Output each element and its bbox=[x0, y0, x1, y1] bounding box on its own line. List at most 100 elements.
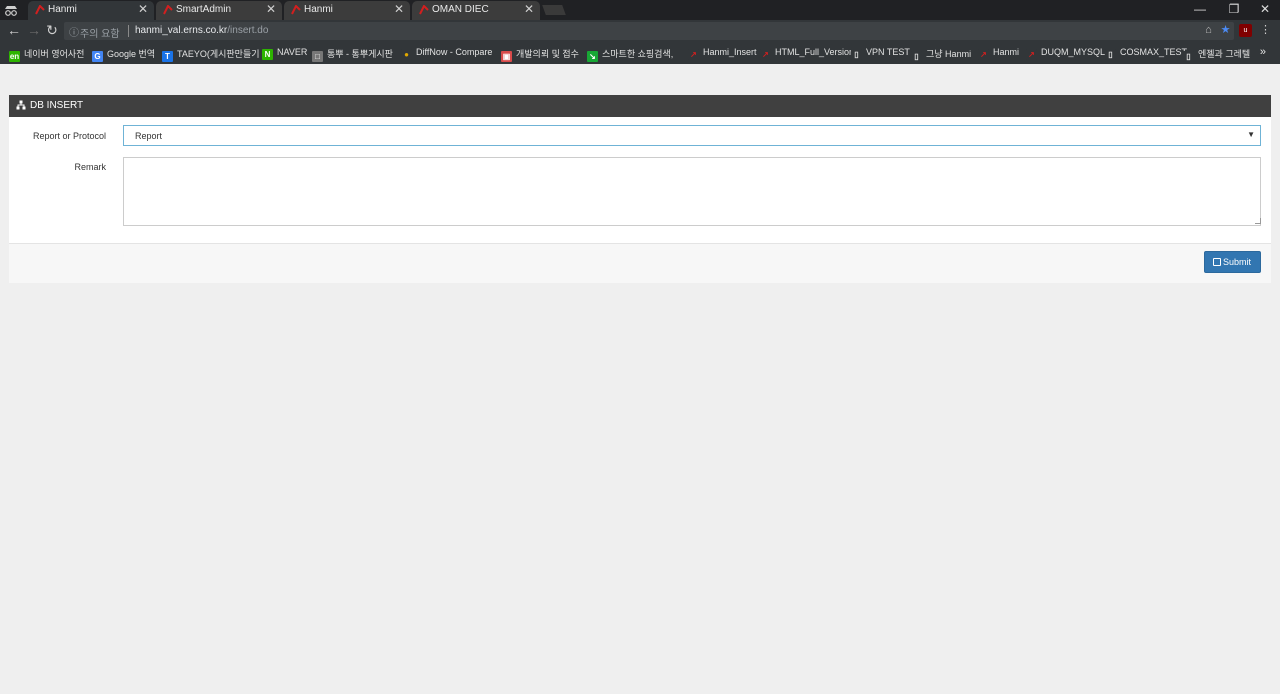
bookmark-label: 스마트한 쇼핑검색, bbox=[602, 49, 674, 59]
bookmark-label: Hanmi_Insert bbox=[703, 47, 757, 57]
bookmark-item[interactable]: ▯ COSMAX_TEST bbox=[1105, 47, 1187, 61]
page-icon: ▯ bbox=[1105, 49, 1116, 60]
info-icon[interactable]: ⓘ bbox=[69, 24, 79, 39]
remark-label: Remark bbox=[74, 162, 106, 172]
report-protocol-label: Report or Protocol bbox=[32, 131, 106, 141]
tab-close-icon[interactable]: ✕ bbox=[524, 2, 534, 16]
tab-title: OMAN DIEC bbox=[432, 4, 489, 15]
widget-header: DB INSERT bbox=[9, 95, 1271, 117]
tab-title: SmartAdmin bbox=[176, 4, 232, 15]
bookmark-item[interactable]: ● DiffNow - Compare bbox=[401, 47, 492, 61]
tab-hanmi-1[interactable]: Hanmi ✕ bbox=[28, 1, 154, 20]
resize-grip-icon[interactable] bbox=[1255, 218, 1261, 224]
naver-dict-icon: en bbox=[9, 51, 20, 62]
hanmi-icon: ↗ bbox=[688, 49, 699, 60]
bookmarks-bar: en 네이버 영어사전 G Google 번역 T TAEYO(게시판만들기 N NAV… bbox=[0, 42, 1280, 64]
hanmi-favicon-icon bbox=[163, 5, 173, 15]
tab-title: Hanmi bbox=[48, 4, 77, 15]
url-host: hanmi_val.erns.co.kr bbox=[135, 25, 228, 36]
naver-icon: N bbox=[262, 49, 273, 60]
bookmark-label: 통뿌 - 통뿌게시판 bbox=[327, 49, 393, 59]
tab-smartadmin[interactable]: SmartAdmin ✕ bbox=[156, 1, 282, 20]
bookmark-item[interactable]: T TAEYO(게시판만들기 bbox=[162, 47, 260, 62]
hanmi-icon: ↗ bbox=[1026, 49, 1037, 60]
bookmark-item[interactable]: ↗ Hanmi bbox=[978, 47, 1019, 61]
submit-label: Submit bbox=[1223, 257, 1252, 267]
dropdown-arrow-icon: ▼ bbox=[1247, 130, 1255, 139]
bookmarks-more-button[interactable]: » bbox=[1260, 46, 1266, 58]
incognito-icon bbox=[5, 6, 17, 16]
hanmi-icon: ↗ bbox=[978, 49, 989, 60]
taeyo-icon: T bbox=[162, 51, 173, 62]
tab-close-icon[interactable]: ✕ bbox=[394, 2, 404, 16]
request-icon: ▣ bbox=[501, 51, 512, 62]
bookmark-item[interactable]: □ 통뿌 - 통뿌게시판 bbox=[312, 47, 393, 62]
translate-icon[interactable]: ⌂ bbox=[1202, 24, 1215, 37]
bookmark-label: 네이버 영어사전 bbox=[24, 49, 85, 59]
tab-close-icon[interactable]: ✕ bbox=[138, 2, 148, 16]
forward-icon[interactable]: → bbox=[26, 22, 42, 38]
hanmi-icon: ↗ bbox=[760, 49, 771, 60]
form-footer bbox=[9, 243, 1271, 283]
security-label: 주의 요함 bbox=[80, 29, 120, 40]
bookmark-label: 엔젤과 그레텔 bbox=[1198, 49, 1251, 59]
reload-icon[interactable]: ↻ bbox=[44, 22, 60, 39]
bookmark-label: HTML_Full_Version bbox=[775, 47, 855, 57]
address-bar[interactable]: ⓘ 주의 요함 hanmi_val.erns.co.kr/insert.do bbox=[64, 22, 1234, 40]
page-top-band bbox=[0, 64, 1280, 74]
bookmark-label: Google 번역 bbox=[107, 49, 156, 59]
save-icon bbox=[1213, 258, 1221, 266]
page-icon: ▯ bbox=[1183, 51, 1194, 62]
tab-close-icon[interactable]: ✕ bbox=[266, 2, 276, 16]
hanmi-favicon-icon bbox=[291, 5, 301, 15]
bookmark-label: Hanmi bbox=[993, 47, 1020, 57]
bookmark-item[interactable]: G Google 번역 bbox=[92, 47, 156, 62]
board-icon: □ bbox=[312, 51, 323, 62]
bookmark-label: DUQM_MYSQL bbox=[1041, 47, 1106, 57]
menu-icon[interactable]: ⋮ bbox=[1259, 24, 1272, 37]
tab-title: Hanmi bbox=[304, 4, 333, 15]
diffnow-icon: ● bbox=[401, 49, 412, 60]
close-window-icon[interactable]: ✕ bbox=[1257, 2, 1273, 16]
submit-button[interactable]: Submit bbox=[1204, 251, 1261, 273]
widget-title: DB INSERT bbox=[30, 100, 84, 111]
tab-oman-diec[interactable]: OMAN DIEC ✕ bbox=[412, 1, 540, 20]
ublock-icon[interactable]: u bbox=[1239, 24, 1252, 37]
bookmark-star-icon[interactable]: ★ bbox=[1219, 24, 1232, 37]
shopping-icon: ↘ bbox=[587, 51, 598, 62]
bookmark-label: TAEYO(게시판만들기 bbox=[177, 49, 260, 59]
report-protocol-select[interactable]: Report ▼ bbox=[123, 125, 1261, 146]
bookmark-item[interactable]: en 네이버 영어사전 bbox=[9, 47, 85, 62]
remark-textarea[interactable] bbox=[123, 157, 1261, 226]
bookmark-label: 그냥 Hanmi bbox=[926, 49, 972, 59]
back-icon[interactable]: ← bbox=[6, 22, 22, 38]
bookmark-label: VPN TEST bbox=[866, 47, 910, 57]
restore-icon[interactable]: ❐ bbox=[1226, 2, 1242, 16]
select-value: Report bbox=[135, 131, 163, 141]
bookmark-item[interactable]: ▯ VPN TEST bbox=[851, 47, 910, 61]
page-icon: ▯ bbox=[851, 49, 862, 60]
tab-hanmi-2[interactable]: Hanmi ✕ bbox=[284, 1, 410, 20]
sitemap-icon bbox=[16, 100, 26, 110]
bookmark-item[interactable]: ↗ DUQM_MYSQL bbox=[1026, 47, 1105, 61]
tab-strip: Hanmi ✕ SmartAdmin ✕ Hanmi ✕ OMAN DIEC ✕… bbox=[0, 0, 1280, 20]
omnibox-separator bbox=[128, 25, 129, 37]
hanmi-favicon-icon bbox=[35, 5, 45, 15]
bookmark-item[interactable]: N NAVER bbox=[262, 47, 307, 61]
google-translate-icon: G bbox=[92, 51, 103, 62]
bookmark-label: COSMAX_TEST bbox=[1120, 47, 1188, 57]
bookmark-item[interactable]: ↗ HTML_Full_Version bbox=[760, 47, 854, 61]
minimize-icon[interactable]: — bbox=[1192, 2, 1208, 16]
bookmark-item[interactable]: ▣ 개발의뢰 및 접수 bbox=[501, 47, 579, 62]
new-tab-button[interactable] bbox=[542, 5, 566, 15]
url-text[interactable]: hanmi_val.erns.co.kr/insert.do bbox=[135, 25, 268, 36]
bookmark-item[interactable]: ▯ 그냥 Hanmi bbox=[911, 47, 972, 62]
hanmi-favicon-icon bbox=[419, 5, 429, 15]
page-icon: ▯ bbox=[911, 51, 922, 62]
bookmark-item[interactable]: ↘ 스마트한 쇼핑검색, bbox=[587, 47, 674, 62]
bookmark-label: 개발의뢰 및 접수 bbox=[516, 49, 579, 59]
bookmark-item[interactable]: ↗ Hanmi_Insert bbox=[688, 47, 757, 61]
bookmark-item[interactable]: ▯ 엔젤과 그레텔 bbox=[1183, 47, 1251, 62]
browser-toolbar: ← → ↻ ⓘ 주의 요함 hanmi_val.erns.co.kr/inser… bbox=[0, 20, 1280, 42]
db-insert-widget: DB INSERT Report or Protocol Report ▼ Re… bbox=[9, 95, 1271, 283]
